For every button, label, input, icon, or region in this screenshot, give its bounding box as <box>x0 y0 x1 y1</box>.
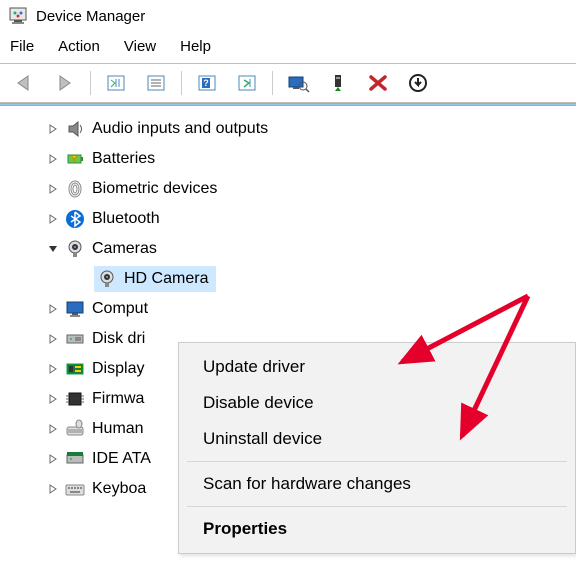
menu-file[interactable]: File <box>10 38 34 55</box>
ctx-disable-device[interactable]: Disable device <box>179 385 575 421</box>
tree-item-label: Display <box>92 360 144 378</box>
monitor-icon <box>64 298 86 320</box>
menu-help[interactable]: Help <box>180 38 211 55</box>
ctx-separator <box>187 461 567 462</box>
disk-icon <box>64 328 86 350</box>
camera-icon <box>96 268 118 290</box>
chevron-right-icon[interactable] <box>44 450 62 468</box>
tree-item-label: HD Camera <box>124 270 208 288</box>
tree-item-bluetooth[interactable]: Bluetooth <box>0 204 576 234</box>
remove-device-button[interactable] <box>359 68 397 98</box>
tree-item-label: Biometric devices <box>92 180 217 198</box>
tree-item-label: Firmwa <box>92 390 144 408</box>
svg-text:?: ? <box>203 78 209 88</box>
tree-item-audio[interactable]: Audio inputs and outputs <box>0 114 576 144</box>
chevron-down-icon[interactable] <box>44 240 62 258</box>
hid-icon <box>64 418 86 440</box>
menu-view[interactable]: View <box>124 38 156 55</box>
tree-item-label: Batteries <box>92 150 155 168</box>
chevron-right-icon[interactable] <box>44 390 62 408</box>
properties-button[interactable] <box>137 68 175 98</box>
ctx-update-driver[interactable]: Update driver <box>179 349 575 385</box>
back-button[interactable] <box>6 68 44 98</box>
chevron-right-icon[interactable] <box>44 420 62 438</box>
tree-item-biometric[interactable]: Biometric devices <box>0 174 576 204</box>
tree-item-hd-camera[interactable]: HD Camera <box>0 264 576 294</box>
ide-icon <box>64 448 86 470</box>
tree-item-label: Cameras <box>92 240 157 258</box>
tree-item-batteries[interactable]: Batteries <box>0 144 576 174</box>
tree-item-label: Human <box>92 420 144 438</box>
tree-item-label: Comput <box>92 300 148 318</box>
ctx-separator <box>187 506 567 507</box>
tree-item-label: Keyboa <box>92 480 146 498</box>
ctx-scan-hardware[interactable]: Scan for hardware changes <box>179 466 575 502</box>
chevron-right-icon[interactable] <box>44 210 62 228</box>
fingerprint-icon <box>64 178 86 200</box>
chevron-right-icon[interactable] <box>44 150 62 168</box>
tree-item-label: Audio inputs and outputs <box>92 120 268 138</box>
camera-icon <box>64 238 86 260</box>
toolbar: ? <box>0 64 576 102</box>
speaker-icon <box>64 118 86 140</box>
display-toggle-button[interactable] <box>279 68 317 98</box>
tree-item-label: Disk dri <box>92 330 145 348</box>
ctx-properties[interactable]: Properties <box>179 511 575 547</box>
update-driver-button[interactable] <box>319 68 357 98</box>
chevron-right-icon[interactable] <box>44 480 62 498</box>
tree-item-computer[interactable]: Comput <box>0 294 576 324</box>
chevron-right-icon[interactable] <box>44 330 62 348</box>
firmware-icon <box>64 388 86 410</box>
toolbar-separator <box>181 71 182 95</box>
tree-item-label: IDE ATA <box>92 450 151 468</box>
chevron-right-icon[interactable] <box>44 360 62 378</box>
uninstall-device-button[interactable] <box>399 68 437 98</box>
chevron-right-icon[interactable] <box>44 180 62 198</box>
selected-item: HD Camera <box>94 266 216 292</box>
display-adapter-icon <box>64 358 86 380</box>
toolbar-separator <box>90 71 91 95</box>
battery-icon <box>64 148 86 170</box>
forward-button[interactable] <box>46 68 84 98</box>
titlebar: Device Manager <box>0 0 576 32</box>
tree-item-cameras[interactable]: Cameras <box>0 234 576 264</box>
window-title: Device Manager <box>36 8 145 25</box>
keyboard-icon <box>64 478 86 500</box>
toolbar-separator <box>272 71 273 95</box>
context-menu: Update driver Disable device Uninstall d… <box>178 342 576 554</box>
device-manager-icon <box>8 6 28 26</box>
help-button[interactable]: ? <box>188 68 226 98</box>
ctx-uninstall-device[interactable]: Uninstall device <box>179 421 575 457</box>
menubar: File Action View Help <box>0 32 576 63</box>
chevron-right-icon[interactable] <box>44 300 62 318</box>
chevron-right-icon[interactable] <box>44 120 62 138</box>
tree-item-label: Bluetooth <box>92 210 160 228</box>
show-hidden-button[interactable] <box>97 68 135 98</box>
bluetooth-icon <box>64 208 86 230</box>
menu-action[interactable]: Action <box>58 38 100 55</box>
scan-hardware-button[interactable] <box>228 68 266 98</box>
